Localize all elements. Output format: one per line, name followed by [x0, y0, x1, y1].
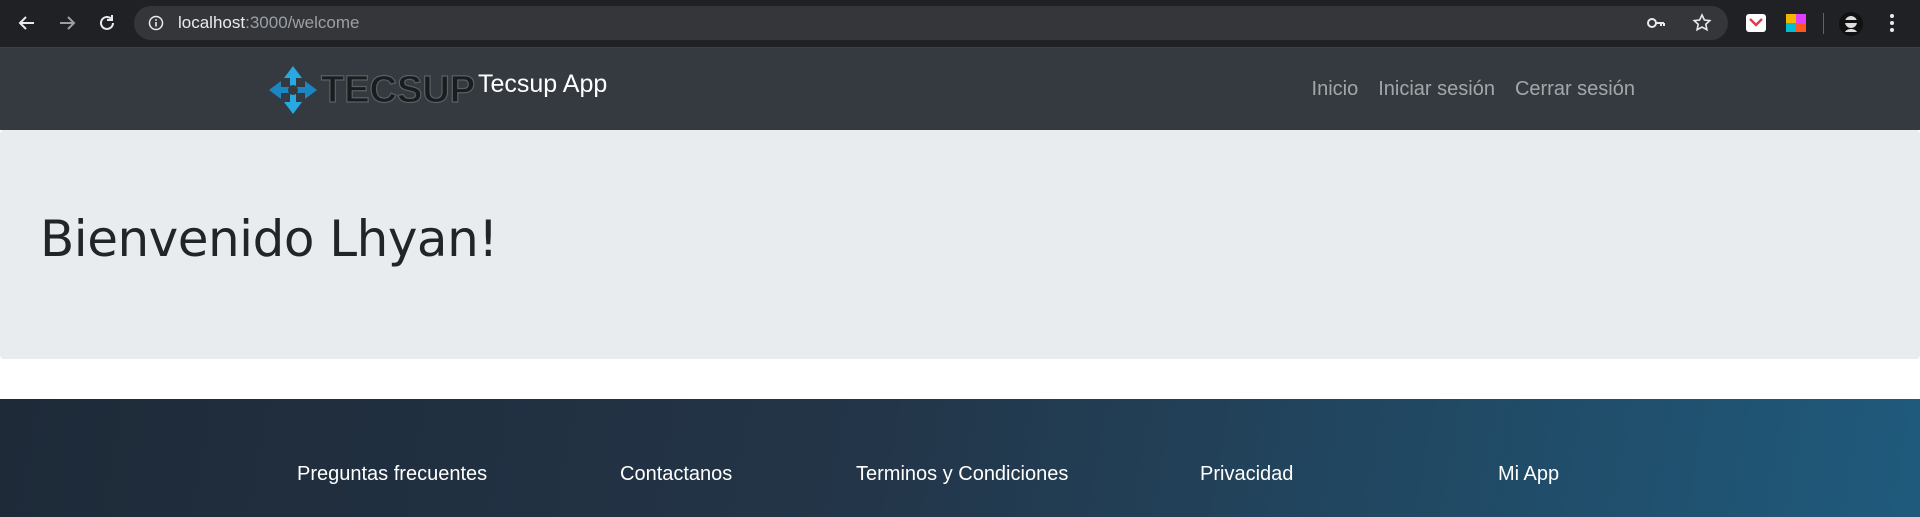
- footer-link-terms[interactable]: Terminos y Condiciones: [856, 463, 1068, 486]
- bookmark-star-icon[interactable]: [1692, 13, 1712, 33]
- nav-link-iniciar-sesion[interactable]: Iniciar sesión: [1368, 78, 1505, 101]
- tecsup-logo[interactable]: TECSUP: [265, 62, 477, 118]
- arrow-left-icon: [18, 16, 34, 30]
- menu-kebab-icon[interactable]: [1880, 11, 1904, 35]
- svg-text:TECSUP: TECSUP: [321, 69, 475, 111]
- site-navbar: TECSUP Tecsup App Inicio Iniciar sesión …: [0, 48, 1920, 130]
- color-palette-extension-icon[interactable]: [1784, 11, 1808, 35]
- reload-button[interactable]: [93, 9, 121, 37]
- nav-links: Inicio Iniciar sesión Cerrar sesión: [1302, 78, 1645, 101]
- footer-link-faq[interactable]: Preguntas frecuentes: [297, 463, 487, 486]
- nav-link-cerrar-sesion[interactable]: Cerrar sesión: [1505, 78, 1645, 101]
- url-text[interactable]: localhost:3000/welcome: [178, 13, 359, 33]
- navbar-brand[interactable]: Tecsup App: [478, 70, 607, 99]
- browser-toolbar: localhost:3000/welcome: [0, 0, 1920, 48]
- reload-icon: [100, 15, 114, 30]
- back-button[interactable]: [13, 9, 41, 37]
- footer-link-contact[interactable]: Contactanos: [620, 463, 732, 486]
- nav-link-inicio[interactable]: Inicio: [1302, 78, 1369, 101]
- toolbar-divider: [1823, 13, 1824, 34]
- url-host: localhost: [178, 13, 246, 32]
- key-icon[interactable]: [1646, 14, 1666, 32]
- welcome-jumbotron: Bienvenido Lhyan!: [0, 130, 1920, 359]
- url-path: :3000/welcome: [245, 13, 360, 32]
- profile-avatar-icon[interactable]: [1838, 11, 1863, 36]
- address-bar[interactable]: localhost:3000/welcome: [134, 6, 1728, 40]
- footer-link-my-app[interactable]: Mi App: [1498, 463, 1559, 486]
- welcome-heading: Bienvenido Lhyan!: [40, 210, 498, 268]
- arrow-right-icon: [60, 16, 76, 30]
- forward-button[interactable]: [53, 9, 81, 37]
- footer-link-privacy[interactable]: Privacidad: [1200, 463, 1293, 486]
- info-icon[interactable]: [148, 15, 164, 31]
- site-footer: Preguntas frecuentes Contactanos Termino…: [0, 399, 1920, 517]
- pocket-extension-icon[interactable]: [1744, 11, 1768, 35]
